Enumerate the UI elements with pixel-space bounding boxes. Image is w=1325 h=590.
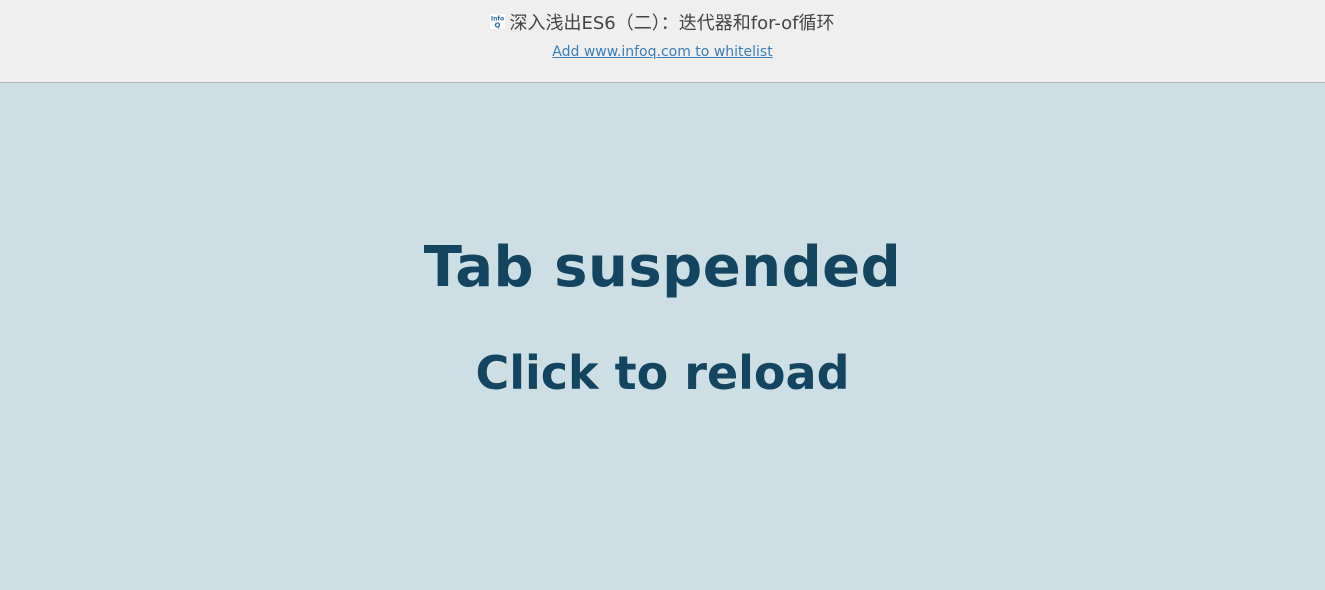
- favicon-text-bottom: Q: [495, 21, 501, 29]
- title-row: Info Q 深入浅出ES6（二）：迭代器和for-of循环: [0, 9, 1325, 35]
- reload-area[interactable]: Tab suspended Click to reload: [0, 83, 1325, 590]
- page-title: 深入浅出ES6（二）：迭代器和for-of循环: [509, 13, 835, 34]
- click-to-reload-text: Click to reload: [475, 346, 850, 400]
- add-to-whitelist-link[interactable]: Add www.infoq.com to whitelist: [0, 44, 1325, 60]
- infoq-favicon-icon: Info Q: [490, 13, 506, 29]
- tab-suspended-heading: Tab suspended: [423, 235, 902, 300]
- suspended-tab-header: Info Q 深入浅出ES6（二）：迭代器和for-of循环 Add www.i…: [0, 0, 1325, 83]
